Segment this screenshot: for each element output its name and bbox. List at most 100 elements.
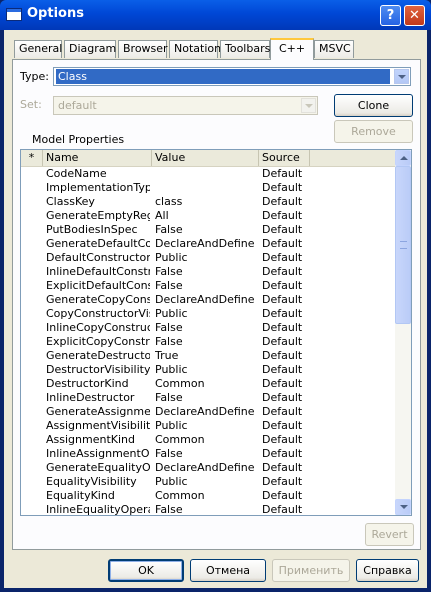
- title-bar[interactable]: Options ? ✕: [0, 0, 431, 30]
- clone-button[interactable]: Clone: [334, 94, 413, 117]
- tab-msvc[interactable]: MSVC: [314, 40, 354, 58]
- table-row[interactable]: AssignmentVisibility Public Default: [21, 419, 395, 433]
- model-properties-label: Model Properties: [32, 133, 125, 146]
- question-icon: ?: [386, 8, 395, 23]
- row-value-cell: Common: [155, 377, 205, 390]
- help-button[interactable]: Справка: [356, 559, 419, 582]
- row-value-cell: DeclareAndDefine: [155, 293, 255, 306]
- col-source[interactable]: Source: [259, 150, 310, 166]
- tab-cpp[interactable]: C++: [270, 38, 314, 60]
- table-row[interactable]: DestructorKind Common Default: [21, 377, 395, 391]
- row-name-cell: InlineDestructor: [46, 391, 135, 404]
- row-name-cell: CodeName: [46, 167, 107, 180]
- scroll-up-icon[interactable]: [395, 150, 411, 166]
- row-source-cell: Default: [262, 279, 303, 292]
- tab-browser[interactable]: Browser: [118, 40, 168, 58]
- row-source-cell: Default: [262, 209, 303, 222]
- row-source-cell: Default: [262, 405, 303, 418]
- properties-grid[interactable]: * Name Value Source CodeName Default Imple…: [20, 149, 412, 516]
- scroll-down-icon[interactable]: [395, 499, 411, 515]
- table-row[interactable]: PutBodiesInSpec False Default: [21, 223, 395, 237]
- row-value-cell: Public: [155, 363, 188, 376]
- row-value-cell: Public: [155, 419, 188, 432]
- table-row[interactable]: InlineEqualityOperations False Default: [21, 503, 395, 516]
- table-row[interactable]: InlineDefaultConstructor False Default: [21, 265, 395, 279]
- row-value-cell: Common: [155, 433, 205, 446]
- row-source-cell: Default: [262, 447, 303, 460]
- table-row[interactable]: GenerateCopyConstructor DeclareAndDefine D…: [21, 293, 395, 307]
- table-row[interactable]: InlineAssignmentOperation False Default: [21, 447, 395, 461]
- tab-diagram[interactable]: Diagram: [64, 40, 116, 58]
- ok-button[interactable]: OK: [108, 559, 184, 582]
- set-select-value: default: [58, 99, 97, 112]
- row-name-cell: InlineAssignmentOperation: [46, 447, 150, 460]
- table-row[interactable]: AssignmentKind Common Default: [21, 433, 395, 447]
- scroll-thumb[interactable]: [395, 166, 411, 324]
- row-value-cell: False: [155, 279, 183, 292]
- set-label: Set:: [20, 98, 42, 111]
- row-name-cell: EqualityVisibility: [46, 475, 137, 488]
- table-row[interactable]: GenerateEqualityOperations DeclareAndDefi…: [21, 461, 395, 475]
- row-source-cell: Default: [262, 475, 303, 488]
- table-row[interactable]: DestructorVisibility Public Default: [21, 363, 395, 377]
- row-source-cell: Default: [262, 195, 303, 208]
- row-value-cell: False: [155, 503, 183, 516]
- row-source-cell: Default: [262, 265, 303, 278]
- table-row[interactable]: CodeName Default: [21, 167, 395, 181]
- table-row[interactable]: ExplicitCopyConstructor False Default: [21, 335, 395, 349]
- cancel-button[interactable]: Отмена: [190, 559, 266, 582]
- table-row[interactable]: GenerateDefaultConstructor DeclareAndDefi…: [21, 237, 395, 251]
- tab-toolbars[interactable]: Toolbars: [220, 40, 270, 58]
- row-name-cell: GenerateCopyConstructor: [46, 293, 150, 306]
- chevron-down-icon: [301, 98, 316, 113]
- table-row[interactable]: GenerateAssignmentOperation DeclareAndDef…: [21, 405, 395, 419]
- row-source-cell: Default: [262, 321, 303, 334]
- close-icon: ✕: [409, 8, 420, 23]
- type-label: Type:: [20, 70, 49, 83]
- row-name-cell: ExplicitCopyConstructor: [46, 335, 150, 348]
- table-row[interactable]: ImplementationType Default: [21, 181, 395, 195]
- row-value-cell: False: [155, 223, 183, 236]
- row-value-cell: All: [155, 209, 169, 222]
- row-name-cell: DestructorKind: [46, 377, 129, 390]
- row-name-cell: GenerateEqualityOperations: [46, 461, 150, 474]
- table-row[interactable]: DefaultConstructorVisibility Public Defaul…: [21, 251, 395, 265]
- tab-general[interactable]: General: [14, 40, 62, 58]
- table-row[interactable]: GenerateDestructor True Default: [21, 349, 395, 363]
- row-name-cell: CopyConstructorVisibility: [46, 307, 150, 320]
- grid-scrollbar[interactable]: [395, 150, 411, 515]
- table-row[interactable]: InlineCopyConstructor False Default: [21, 321, 395, 335]
- row-name-cell: ImplementationType: [46, 181, 150, 194]
- table-row[interactable]: ExplicitDefaultConstructor False Default: [21, 279, 395, 293]
- row-source-cell: Default: [262, 489, 303, 502]
- row-name-cell: GenerateDestructor: [46, 349, 150, 362]
- row-value-cell: False: [155, 321, 183, 334]
- table-row[interactable]: EqualityVisibility Public Default: [21, 475, 395, 489]
- col-value[interactable]: Value: [152, 150, 259, 166]
- col-name[interactable]: Name: [43, 150, 152, 166]
- tab-notation[interactable]: Notation: [169, 40, 221, 58]
- dialog-client: General Diagram Browser Notation Toolbar…: [4, 30, 427, 588]
- row-name-cell: AssignmentKind: [46, 433, 135, 446]
- table-row[interactable]: InlineDestructor False Default: [21, 391, 395, 405]
- row-source-cell: Default: [262, 433, 303, 446]
- type-select-value: Class: [56, 69, 390, 84]
- table-row[interactable]: EqualityKind Common Default: [21, 489, 395, 503]
- table-row[interactable]: ClassKey class Default: [21, 195, 395, 209]
- col-modified[interactable]: *: [21, 150, 43, 166]
- row-source-cell: Default: [262, 335, 303, 348]
- row-name-cell: GenerateEmptyRegion: [46, 209, 150, 222]
- row-name-cell: GenerateAssignmentOperation: [46, 405, 150, 418]
- chevron-down-icon[interactable]: [394, 69, 409, 84]
- table-row[interactable]: GenerateEmptyRegion All Default: [21, 209, 395, 223]
- row-name-cell: AssignmentVisibility: [46, 419, 150, 432]
- close-button[interactable]: ✕: [404, 5, 425, 26]
- row-value-cell: Public: [155, 251, 188, 264]
- row-source-cell: Default: [262, 349, 303, 362]
- help-title-button[interactable]: ?: [380, 5, 401, 26]
- table-row[interactable]: CopyConstructorVisibility Public Default: [21, 307, 395, 321]
- row-name-cell: InlineEqualityOperations: [46, 503, 150, 516]
- row-name-cell: DestructorVisibility: [46, 363, 150, 376]
- type-select[interactable]: Class: [53, 67, 411, 86]
- row-value-cell: Public: [155, 307, 188, 320]
